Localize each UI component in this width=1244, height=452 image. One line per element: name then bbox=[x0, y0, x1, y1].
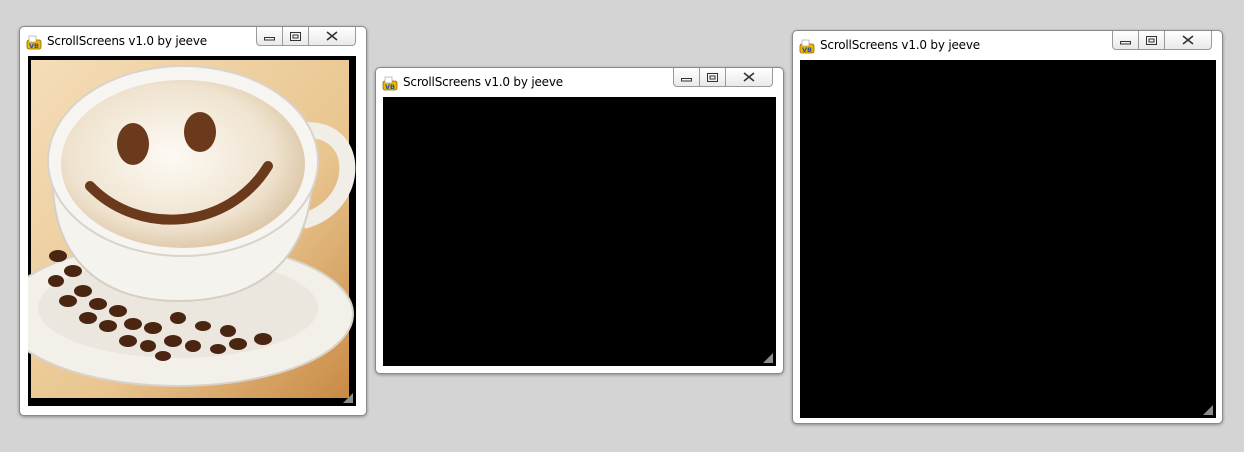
app-icon: VB bbox=[799, 39, 815, 54]
close-button[interactable] bbox=[725, 68, 773, 87]
caption-buttons bbox=[256, 27, 356, 46]
titlebar[interactable]: VB ScrollScreens v1.0 by jeeve bbox=[376, 68, 783, 96]
maximize-button[interactable] bbox=[1138, 31, 1165, 50]
maximize-icon bbox=[707, 72, 718, 82]
window-1[interactable]: VB ScrollScreens v1.0 by jeeve bbox=[19, 26, 367, 416]
svg-text:VB: VB bbox=[29, 42, 39, 50]
svg-text:VB: VB bbox=[802, 46, 812, 54]
close-button[interactable] bbox=[1164, 31, 1212, 50]
app-icon: VB bbox=[26, 35, 42, 50]
caption-buttons bbox=[1112, 31, 1212, 50]
caption-buttons bbox=[673, 68, 773, 87]
minimize-icon bbox=[264, 36, 275, 40]
maximize-button[interactable] bbox=[282, 27, 309, 46]
close-button[interactable] bbox=[308, 27, 356, 46]
titlebar[interactable]: VB ScrollScreens v1.0 by jeeve bbox=[20, 27, 366, 55]
window-title: ScrollScreens v1.0 by jeeve bbox=[403, 75, 563, 89]
minimize-button[interactable] bbox=[256, 27, 283, 46]
close-icon bbox=[743, 72, 755, 82]
minimize-button[interactable] bbox=[1112, 31, 1139, 50]
window-title: ScrollScreens v1.0 by jeeve bbox=[47, 34, 207, 48]
window-title: ScrollScreens v1.0 by jeeve bbox=[820, 38, 980, 52]
titlebar[interactable]: VB ScrollScreens v1.0 by jeeve bbox=[793, 31, 1222, 59]
minimize-icon bbox=[681, 77, 692, 81]
close-icon bbox=[326, 31, 338, 41]
screen-content[interactable] bbox=[383, 97, 776, 366]
resize-grip-icon[interactable] bbox=[343, 393, 353, 403]
maximize-icon bbox=[1146, 35, 1157, 45]
minimize-button[interactable] bbox=[673, 68, 700, 87]
coffee-cup-image bbox=[28, 60, 356, 398]
resize-grip-icon[interactable] bbox=[763, 353, 773, 363]
app-icon: VB bbox=[382, 76, 398, 91]
maximize-icon bbox=[290, 31, 301, 41]
window-2[interactable]: VB ScrollScreens v1.0 by jeeve bbox=[375, 67, 784, 374]
maximize-button[interactable] bbox=[699, 68, 726, 87]
close-icon bbox=[1182, 35, 1194, 45]
resize-grip-icon[interactable] bbox=[1203, 405, 1213, 415]
screen-content[interactable] bbox=[800, 60, 1216, 418]
screen-content[interactable] bbox=[28, 56, 356, 406]
window-3[interactable]: VB ScrollScreens v1.0 by jeeve bbox=[792, 30, 1223, 424]
minimize-icon bbox=[1120, 40, 1131, 44]
svg-text:VB: VB bbox=[385, 83, 395, 91]
